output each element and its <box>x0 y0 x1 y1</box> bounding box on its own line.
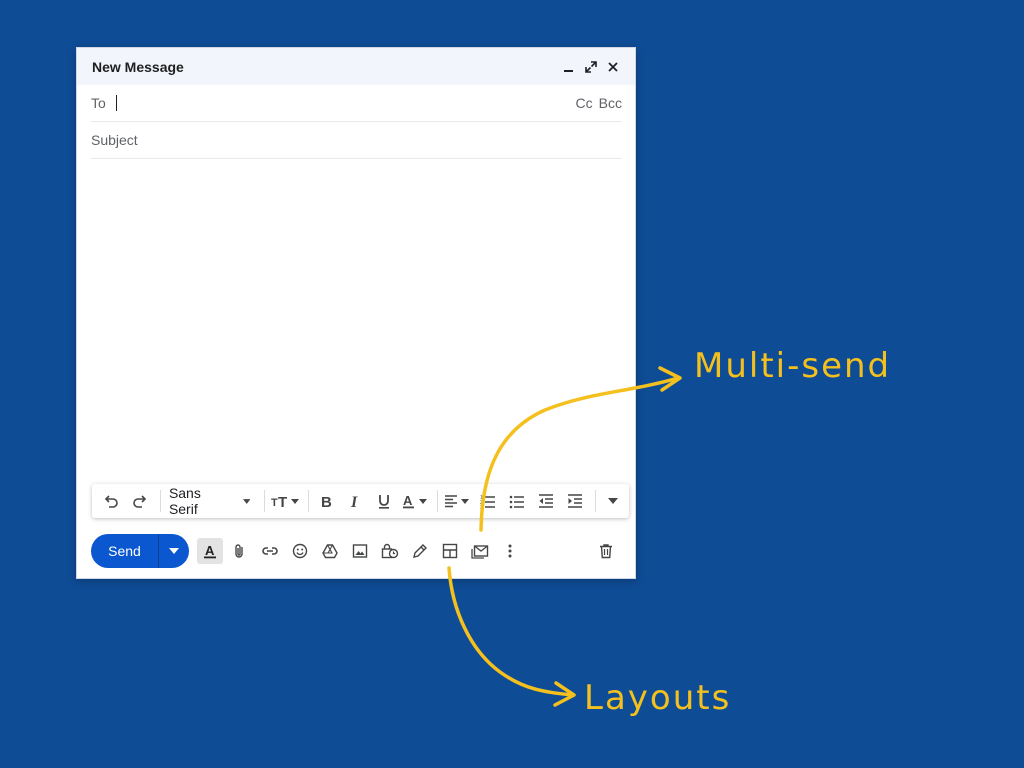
layouts-arrow <box>447 566 574 697</box>
multi-send-annotation: Multi-send <box>694 346 892 386</box>
multi-send-arrow <box>479 376 680 532</box>
layouts-annotation: Layouts <box>584 678 732 718</box>
